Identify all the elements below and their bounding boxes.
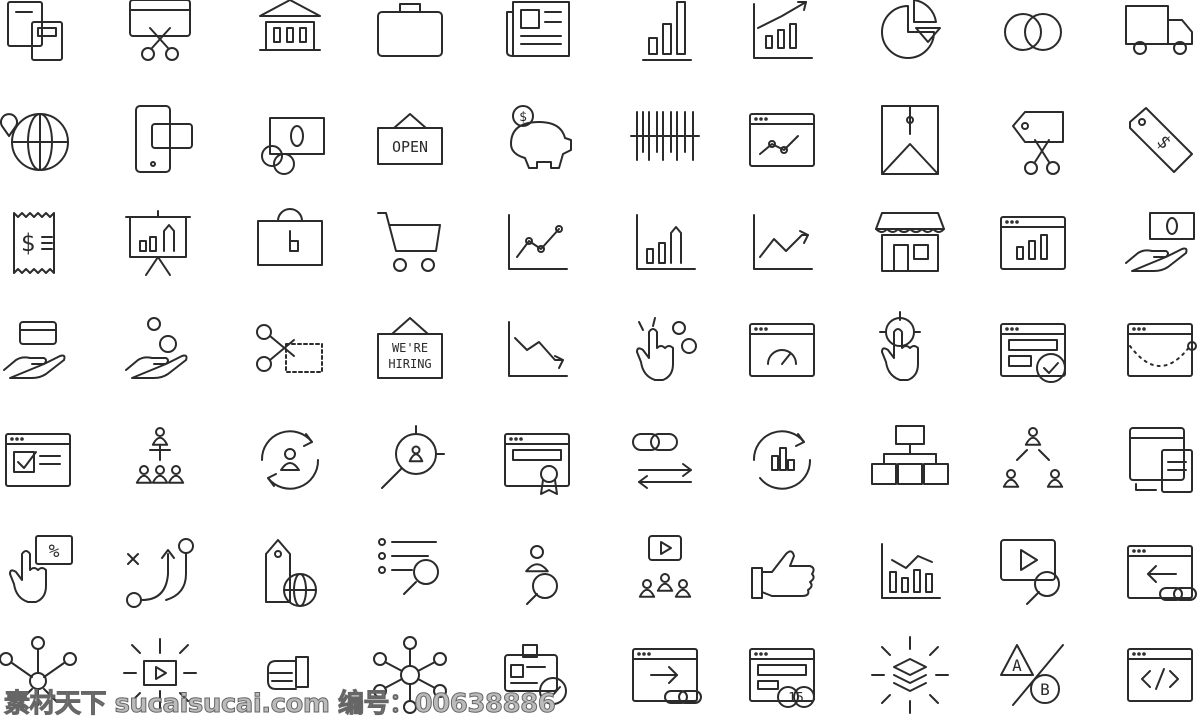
cash-coins-icon (250, 100, 330, 180)
hiring-sign-icon: WE'RE HIRING (370, 310, 450, 390)
icon-label: B (1040, 680, 1050, 699)
barcode-icon (625, 100, 705, 180)
pie-chart-icon (870, 0, 950, 72)
video-search-icon (993, 532, 1073, 612)
icon-label: A (1012, 656, 1022, 675)
envelope-icon (870, 100, 950, 180)
responsive-pages-icon (1120, 420, 1200, 500)
hand-cash-icon (1120, 203, 1200, 283)
icon-label: $ (1152, 131, 1175, 154)
scissors-coupon-icon (250, 310, 330, 390)
layers-expand-icon (870, 635, 950, 715)
sitemap-icon (870, 420, 950, 500)
browser-code-icon (1120, 635, 1200, 715)
bar-chart-icon (625, 0, 705, 72)
presentation-board-icon (120, 203, 200, 283)
open-sign-icon: OPEN (370, 100, 450, 180)
chart-analysis-icon (870, 532, 950, 612)
browser-speedometer-icon (742, 310, 822, 390)
piggy-bank-icon: $ (497, 100, 577, 180)
tap-coins-icon (625, 310, 705, 390)
strategy-path-icon (120, 532, 200, 612)
dollar-price-tag-icon: $ (1120, 100, 1200, 180)
global-location-icon (0, 100, 78, 180)
mobile-payment-icon (120, 100, 200, 180)
browser-backlink-icon (1120, 532, 1200, 612)
briefcase-icon (370, 0, 450, 72)
price-tag-scissors-icon (993, 100, 1073, 180)
thumbs-up-icon (742, 532, 822, 612)
hand-card-icon (0, 310, 78, 390)
watermark: 素材天下 sucaisucai.com 编号：00638886 (3, 689, 556, 720)
link-exchange-icon (625, 420, 705, 500)
browser-bar-chart-icon (993, 203, 1073, 283)
bank-icon (250, 0, 330, 72)
browser-approved-icon (993, 310, 1073, 390)
browser-redirect-link-icon (625, 635, 705, 715)
chart-refresh-icon (742, 420, 822, 500)
browser-number-icon: 15 (742, 635, 822, 715)
search-target-user-icon (370, 420, 450, 500)
rising-bar-chart-icon (625, 203, 705, 283)
overlapping-circles-icon (993, 0, 1073, 72)
shopping-cart-icon (370, 203, 450, 283)
clipboard-calculator-icon (0, 0, 78, 72)
icon-label: HIRING (388, 357, 431, 371)
icon-label: % (49, 541, 60, 562)
tag-globe-icon (250, 532, 330, 612)
target-tap-icon (870, 310, 950, 390)
browser-checklist-icon (0, 420, 78, 500)
user-network-icon (993, 420, 1073, 500)
tap-discount-icon: % (0, 532, 78, 612)
icon-label: $ (519, 110, 527, 125)
browser-analytics-icon (742, 100, 822, 180)
trend-down-icon (497, 310, 577, 390)
shopping-bag-icon (250, 203, 330, 283)
browser-certificate-icon (497, 420, 577, 500)
user-refresh-icon (250, 420, 330, 500)
team-hierarchy-icon (120, 420, 200, 500)
video-audience-icon (625, 532, 705, 612)
growth-chart-icon (742, 0, 822, 72)
icon-label: OPEN (392, 138, 428, 156)
hand-coins-icon (120, 310, 200, 390)
list-search-icon (370, 532, 450, 612)
storefront-icon (870, 203, 950, 283)
user-search-icon (497, 532, 577, 612)
trend-up-icon (742, 203, 822, 283)
receipt-icon: $ (0, 203, 78, 283)
icon-label: 15 (788, 691, 804, 706)
icon-label: WE'RE (392, 341, 428, 355)
credit-card-scissors-icon (120, 0, 200, 72)
icon-label: $ (21, 229, 35, 257)
newspaper-icon (497, 0, 577, 72)
delivery-truck-icon (1120, 0, 1200, 72)
browser-funnel-icon (1120, 310, 1200, 390)
ab-test-icon: AB (993, 635, 1073, 715)
line-chart-icon (497, 203, 577, 283)
